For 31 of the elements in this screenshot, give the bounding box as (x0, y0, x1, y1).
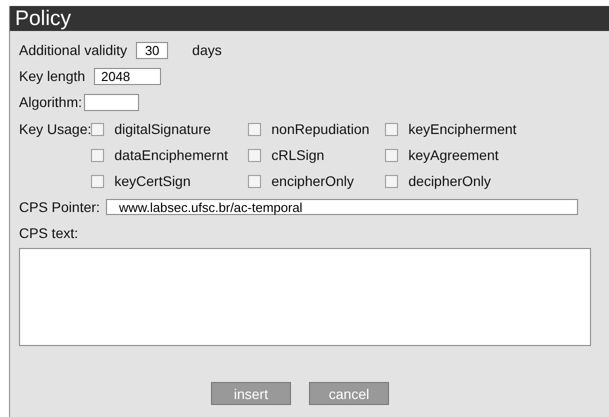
checkbox-label: digitalSignature (114, 121, 211, 137)
key-length-label: Key length (19, 68, 86, 84)
cps-pointer-label: CPS Pointer: (19, 199, 100, 215)
algorithm-field[interactable] (84, 94, 140, 110)
checkbox-label: encipherOnly (271, 173, 354, 189)
cps-pointer-field[interactable]: www.labsec.ufsc.br/ac-temporal (106, 199, 578, 215)
window-title: Policy (10, 6, 609, 31)
key-usage-label: Key Usage: (19, 120, 92, 139)
key-length-field[interactable]: 2048 (94, 68, 162, 84)
checkbox-label: dataEnciphemernt (114, 147, 228, 163)
checkbox[interactable] (91, 148, 104, 162)
checkbox-label: keyEncipherment (408, 121, 517, 137)
validity-label: Additional validity (19, 42, 128, 58)
checkbox-label: decipherOnly (408, 173, 491, 189)
checkbox-label: cRLSign (271, 147, 324, 163)
validity-field[interactable]: 30 (136, 42, 168, 58)
days-label: days (192, 42, 222, 58)
checkbox[interactable] (248, 122, 262, 136)
checkbox[interactable] (248, 148, 262, 162)
cps-text-area[interactable] (19, 248, 591, 346)
checkbox[interactable] (385, 174, 398, 188)
checkbox[interactable] (91, 122, 104, 136)
checkbox[interactable] (91, 174, 104, 188)
checkbox-label: keyAgreement (408, 147, 499, 163)
algorithm-label: Algorithm: (19, 94, 82, 110)
checkbox[interactable] (248, 174, 262, 188)
cps-text-label: CPS text: (19, 225, 78, 241)
checkbox-label: nonRepudiation (271, 121, 370, 137)
checkbox[interactable] (385, 148, 398, 162)
checkbox-label: keyCertSign (114, 173, 191, 189)
checkbox[interactable] (385, 122, 398, 136)
